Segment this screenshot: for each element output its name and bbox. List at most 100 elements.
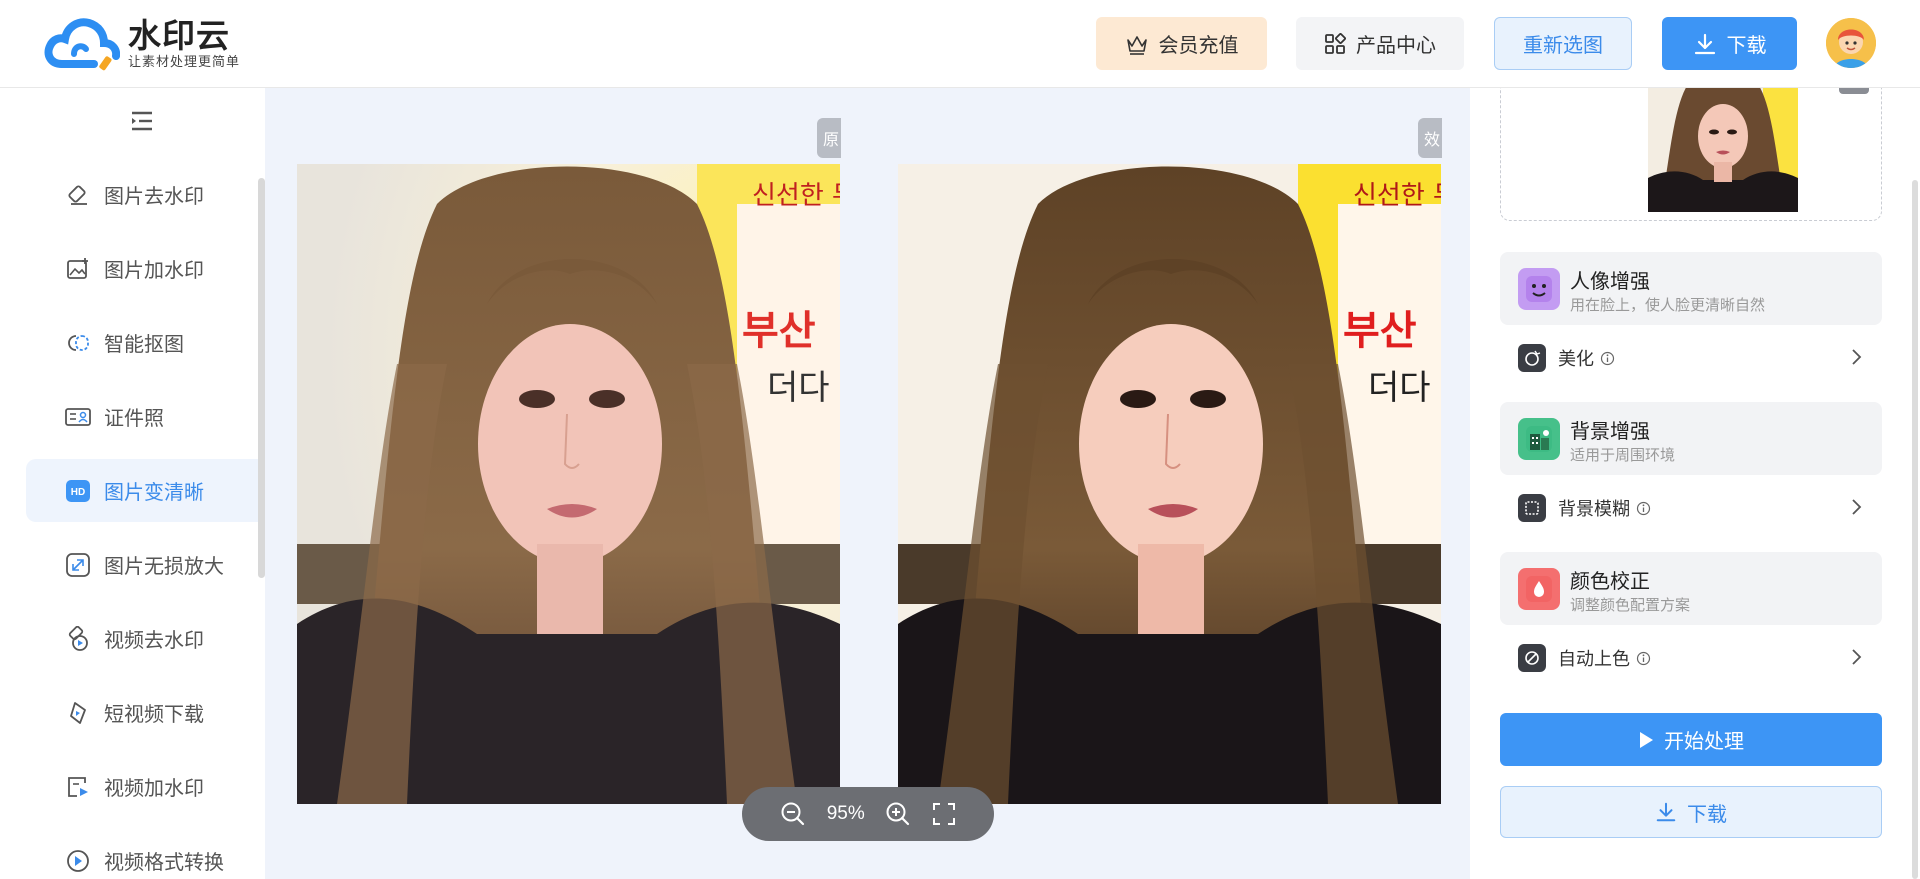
hd-icon: HD bbox=[64, 477, 92, 505]
info-icon[interactable] bbox=[1600, 351, 1615, 366]
grid-apps-icon bbox=[1324, 32, 1346, 55]
background-enhance-card[interactable]: 背景增强 适用于周围环境 bbox=[1500, 402, 1882, 475]
sidebar-item-label: 视频格式转换 bbox=[104, 852, 224, 874]
play-icon bbox=[1638, 731, 1654, 749]
start-processing-label: 开始处理 bbox=[1664, 731, 1744, 753]
short-video-download-icon bbox=[64, 699, 92, 727]
fullscreen-icon[interactable] bbox=[932, 802, 956, 826]
sidebar-item-label: 视频加水印 bbox=[104, 778, 204, 800]
sidebar-item-label: 图片无损放大 bbox=[104, 556, 224, 578]
enhanced-label-tag: 效 bbox=[1418, 118, 1442, 158]
portrait-enhance-card[interactable]: 人像增强 用在脸上，使人脸更清晰自然 bbox=[1500, 252, 1882, 325]
sidebar-item-label: 图片去水印 bbox=[104, 186, 204, 208]
info-icon[interactable] bbox=[1636, 651, 1651, 666]
panel-download-button[interactable]: 下载 bbox=[1500, 786, 1882, 838]
video-add-icon bbox=[64, 773, 92, 801]
id-card-icon bbox=[64, 403, 92, 431]
original-image: 부산 더다 신선한 두개 bbox=[297, 164, 840, 804]
crown-icon bbox=[1125, 33, 1149, 55]
start-processing-button[interactable]: 开始处理 bbox=[1500, 713, 1882, 766]
sidebar-item-image-enhance[interactable]: HD 图片变清晰 bbox=[26, 459, 258, 522]
sidebar-item-label: 图片变清晰 bbox=[104, 482, 204, 504]
sidebar-scrollbar[interactable] bbox=[258, 178, 265, 578]
svg-text:신선한 두개: 신선한 두개 bbox=[752, 181, 840, 211]
sidebar-item-lossless-enlarge[interactable]: 图片无损放大 bbox=[26, 533, 258, 596]
video-eraser-icon bbox=[64, 625, 92, 653]
download-icon bbox=[1693, 32, 1717, 56]
vip-recharge-button[interactable]: 会员充值 bbox=[1096, 17, 1267, 70]
header-download-label: 下载 bbox=[1726, 35, 1767, 57]
svg-text:HD: HD bbox=[71, 487, 85, 498]
image-canvas: 부산 더다 신선한 두개 原 부산 더다 신선한 두개 bbox=[265, 88, 1470, 879]
color-correction-desc: 调整颜色配置方案 bbox=[1570, 597, 1691, 614]
sidebar-item-label: 视频去水印 bbox=[104, 630, 204, 652]
sidebar: 图片去水印 图片加水印 智能抠图 证件照 HD 图片变清晰 图片无损放大 视频去… bbox=[0, 88, 265, 879]
svg-text:부산: 부산 bbox=[742, 308, 816, 354]
svg-text:더다: 더다 bbox=[1368, 368, 1431, 408]
image-add-icon bbox=[64, 255, 92, 283]
sidebar-item-remove-watermark[interactable]: 图片去水印 bbox=[26, 163, 258, 226]
sidebar-item-label: 图片加水印 bbox=[104, 260, 204, 282]
sidebar-item-video-remove-watermark[interactable]: 视频去水印 bbox=[26, 607, 258, 670]
background-blur-option[interactable]: 背景模糊 bbox=[1500, 482, 1882, 534]
user-avatar[interactable] bbox=[1826, 18, 1876, 68]
panel-scrollbar[interactable] bbox=[1912, 180, 1918, 879]
svg-text:신선한 두개: 신선한 두개 bbox=[1353, 181, 1441, 211]
sidebar-item-video-add-watermark[interactable]: 视频加水印 bbox=[26, 755, 258, 818]
background-enhance-title: 背景增强 bbox=[1570, 421, 1650, 443]
chevron-right-icon bbox=[1850, 498, 1862, 521]
portrait-enhance-title: 人像增强 bbox=[1570, 271, 1650, 293]
top-header: 水印云 让素材处理更简单 会员充值 产品中心 重新选图 下载 bbox=[0, 0, 1920, 88]
svg-text:부산: 부산 bbox=[1343, 308, 1417, 354]
beautify-option[interactable]: 美化 bbox=[1500, 332, 1882, 384]
chevron-right-icon bbox=[1850, 648, 1862, 671]
reselect-image-label: 重新选图 bbox=[1523, 35, 1603, 57]
zoom-in-icon[interactable] bbox=[885, 801, 911, 827]
auto-colorize-option[interactable]: 自动上色 bbox=[1500, 632, 1882, 684]
settings-panel: 人像增强 用在脸上，使人脸更清晰自然 美化 背景增强 适用于周围环境 背景模糊 … bbox=[1470, 76, 1920, 879]
sidebar-item-label: 智能抠图 bbox=[104, 334, 184, 356]
cloud-logo-icon bbox=[44, 16, 121, 72]
sidebar-item-video-format-convert[interactable]: 视频格式转换 bbox=[26, 829, 258, 879]
download-icon bbox=[1655, 801, 1677, 823]
sidebar-item-label: 短视频下载 bbox=[104, 704, 204, 726]
auto-colorize-label: 自动上色 bbox=[1558, 649, 1630, 669]
vip-recharge-label: 会员充值 bbox=[1158, 35, 1239, 57]
reselect-image-button[interactable]: 重新选图 bbox=[1494, 17, 1632, 70]
enlarge-icon bbox=[64, 551, 92, 579]
background-blur-label: 背景模糊 bbox=[1558, 499, 1630, 519]
chevron-right-icon bbox=[1850, 348, 1862, 371]
info-icon[interactable] bbox=[1636, 501, 1651, 516]
sidebar-item-label: 证件照 bbox=[104, 408, 164, 430]
colorize-icon bbox=[1518, 644, 1546, 672]
header-download-button[interactable]: 下载 bbox=[1662, 17, 1797, 70]
logo[interactable]: 水印云 让素材处理更简单 bbox=[44, 16, 240, 72]
enhanced-image: 부산 더다 신선한 두개 bbox=[898, 164, 1441, 804]
beautify-icon bbox=[1518, 344, 1546, 372]
logo-title: 水印云 bbox=[128, 17, 230, 54]
zoom-out-icon[interactable] bbox=[780, 801, 806, 827]
product-center-button[interactable]: 产品中心 bbox=[1296, 17, 1464, 70]
collapse-menu-icon[interactable] bbox=[130, 110, 154, 132]
source-thumbnail bbox=[1648, 78, 1798, 212]
face-icon bbox=[1518, 268, 1560, 310]
building-icon bbox=[1518, 418, 1560, 460]
zoom-toolbar: 95% bbox=[742, 787, 994, 841]
color-correction-card[interactable]: 颜色校正 调整颜色配置方案 bbox=[1500, 552, 1882, 625]
video-convert-icon bbox=[64, 847, 92, 875]
sidebar-item-id-photo[interactable]: 证件照 bbox=[26, 385, 258, 448]
sidebar-item-short-video-download[interactable]: 短视频下载 bbox=[26, 681, 258, 744]
eraser-icon bbox=[64, 181, 92, 209]
sidebar-item-smart-cutout[interactable]: 智能抠图 bbox=[26, 311, 258, 374]
source-thumbnail-box[interactable] bbox=[1500, 76, 1882, 221]
svg-text:더다: 더다 bbox=[767, 368, 830, 408]
color-drop-icon bbox=[1518, 568, 1560, 610]
product-center-label: 产品中心 bbox=[1356, 35, 1436, 57]
sidebar-item-add-watermark[interactable]: 图片加水印 bbox=[26, 237, 258, 300]
beautify-label: 美化 bbox=[1558, 349, 1594, 369]
zoom-level: 95% bbox=[826, 803, 865, 824]
panel-download-label: 下载 bbox=[1687, 803, 1727, 826]
original-label-tag: 原 bbox=[817, 118, 841, 158]
background-enhance-desc: 适用于周围环境 bbox=[1570, 447, 1676, 464]
blur-icon bbox=[1518, 494, 1546, 522]
